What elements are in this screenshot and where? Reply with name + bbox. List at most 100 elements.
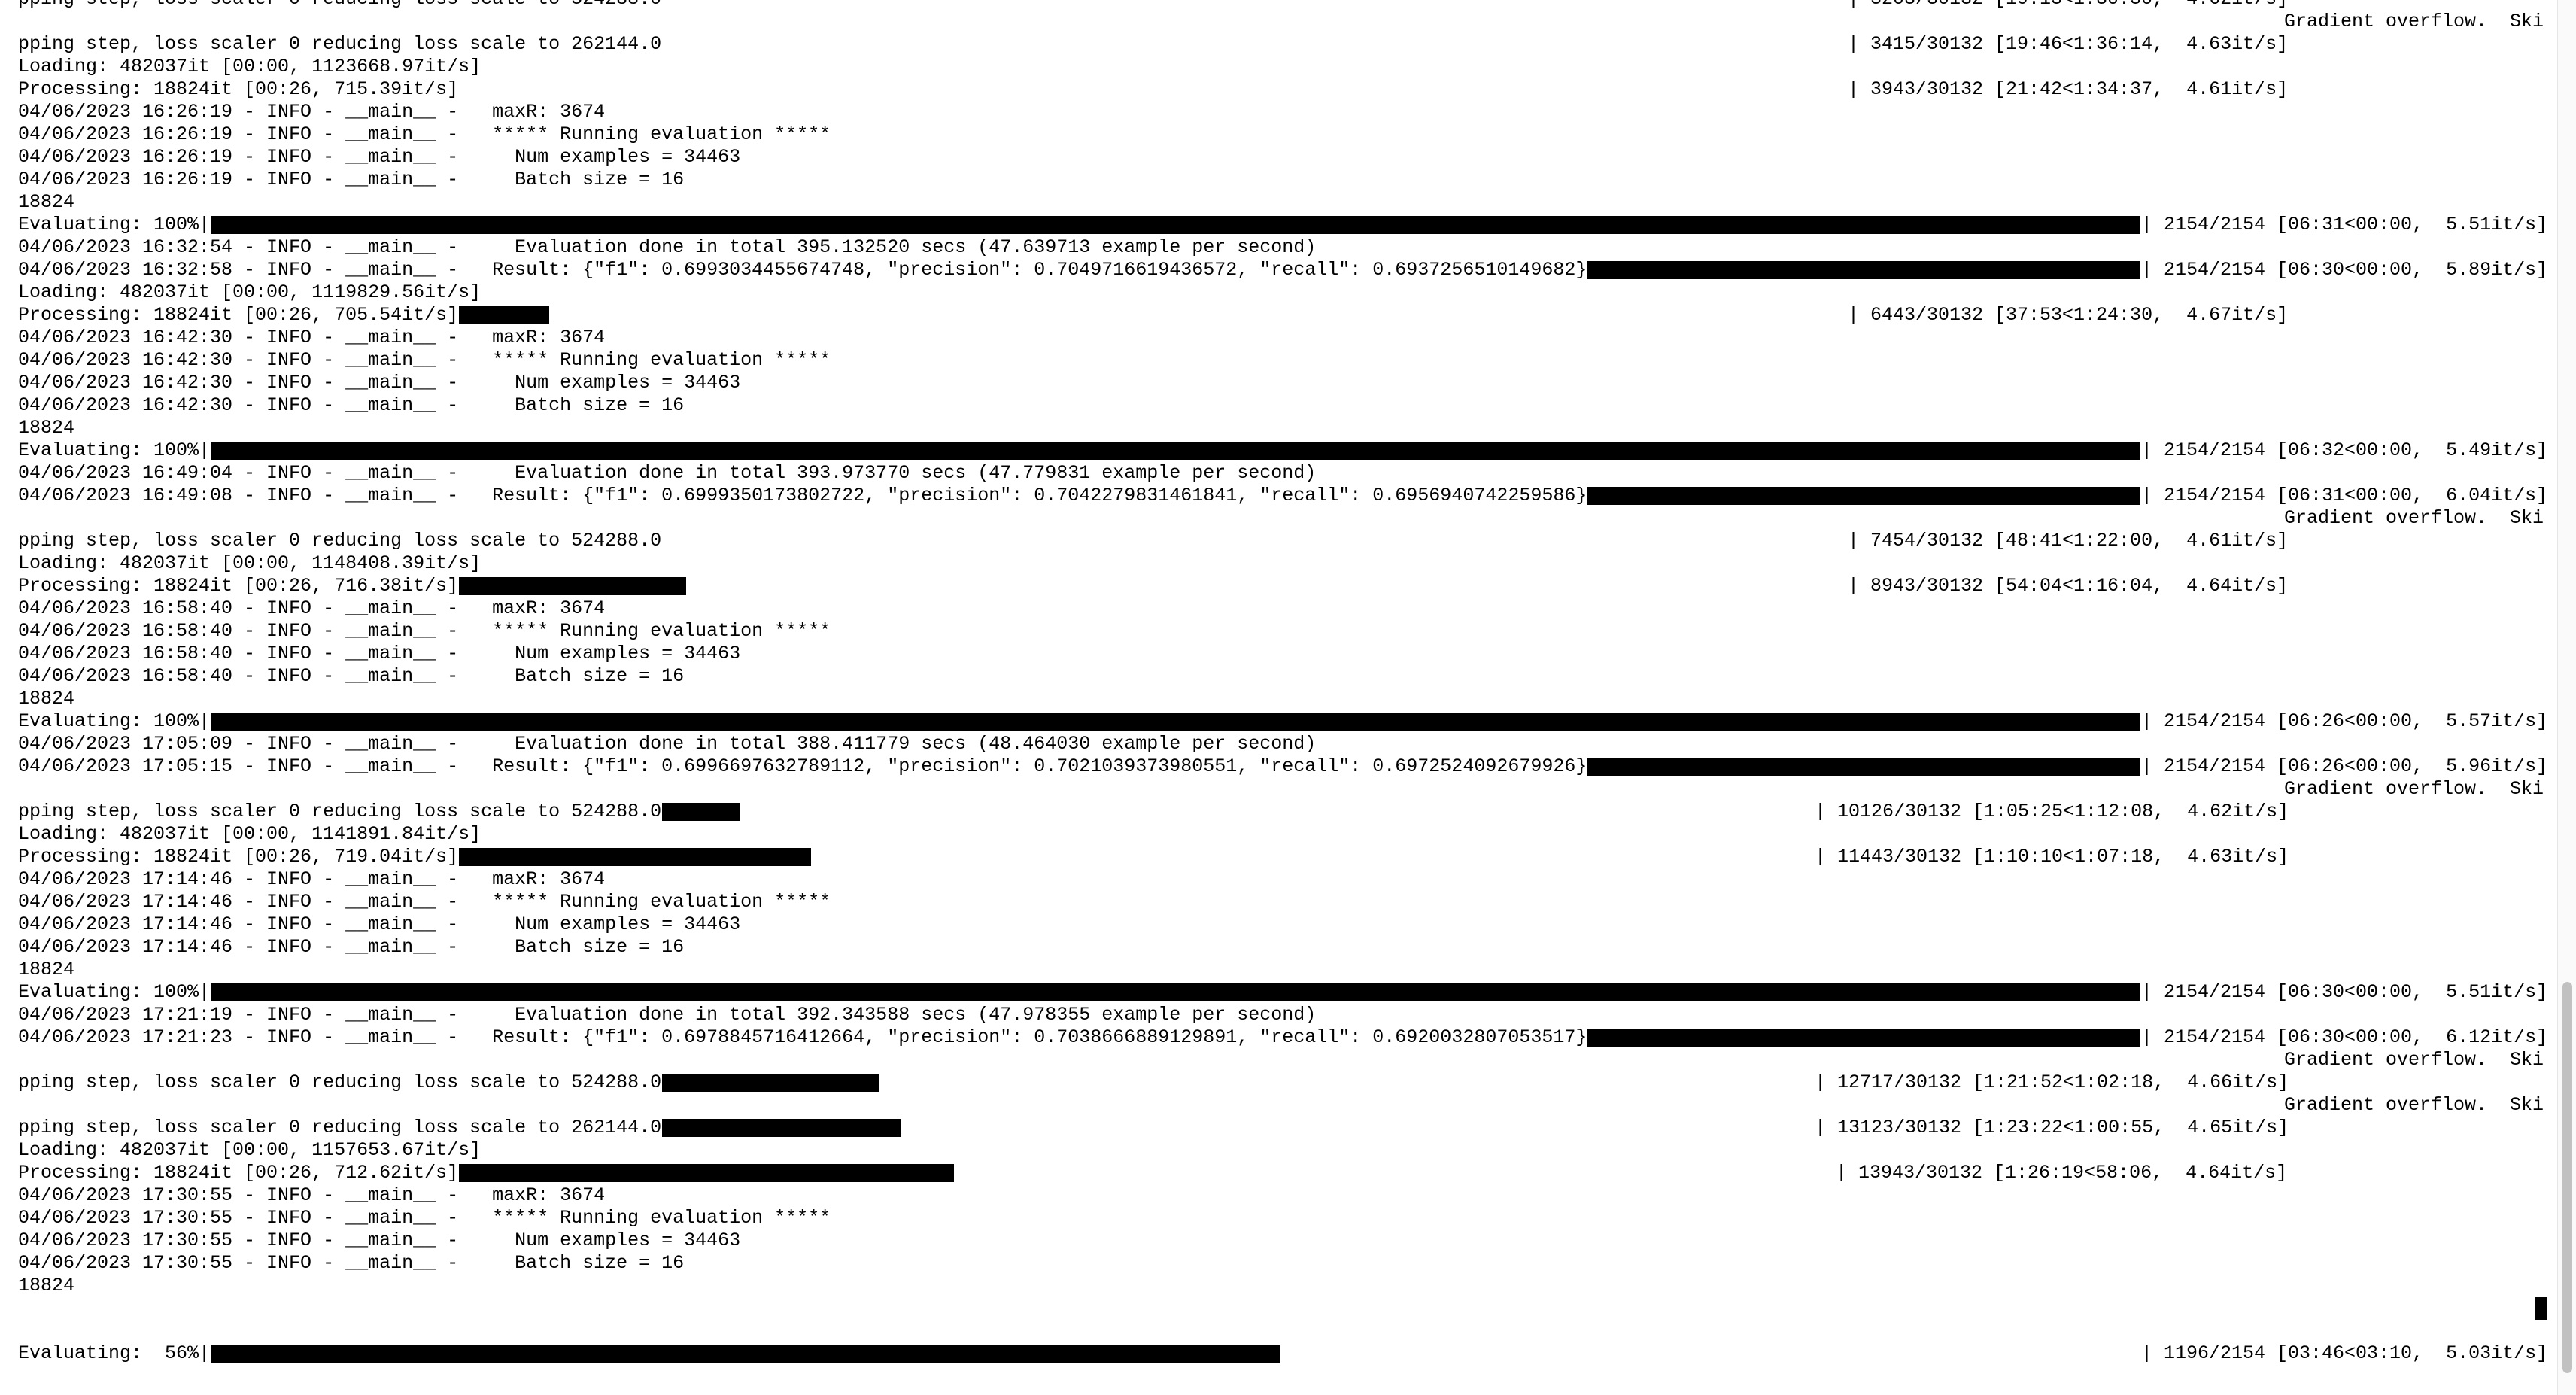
terminal-line: 04/06/2023 17:05:15 - INFO - __main__ - … (0, 755, 2558, 778)
terminal-line: 04/06/2023 16:26:19 - INFO - __main__ - … (0, 101, 2558, 123)
terminal-text: 04/06/2023 16:42:30 - INFO - __main__ - … (18, 349, 831, 371)
terminal-text: | 13123/30132 [1:23:22<1:00:55, 4.65it/s… (1815, 1117, 2289, 1138)
terminal-text: Processing: 18824it [00:26, 705.54it/s] (18, 304, 459, 326)
terminal-line: 04/06/2023 16:26:19 - INFO - __main__ - … (0, 123, 2558, 146)
terminal-text: | 8943/30132 [54:04<1:16:04, 4.64it/s] (1848, 575, 2289, 597)
terminal-text: | 2154/2154 [06:26<00:00, 5.57it/s] (2141, 710, 2548, 732)
terminal-text: pping step, loss scaler 0 reducing loss … (18, 33, 662, 55)
terminal-line: Processing: 18824it [00:26, 705.54it/s] |… (0, 304, 2558, 327)
terminal-text: 04/06/2023 16:32:54 - INFO - __main__ - … (18, 236, 1317, 258)
terminal-text: 18824 (18, 959, 75, 980)
terminal-text: pping step, loss scaler 0 reducing loss … (18, 1071, 662, 1093)
terminal-line: 04/06/2023 17:30:55 - INFO - __main__ - … (0, 1229, 2558, 1252)
terminal-text: 04/06/2023 16:58:40 - INFO - __main__ - … (18, 597, 606, 619)
terminal-text: | 3943/30132 [21:42<1:34:37, 4.61it/s] (1848, 78, 2289, 100)
terminal-line: 04/06/2023 16:26:19 - INFO - __main__ - … (0, 169, 2558, 191)
terminal-line: 18824 (0, 688, 2558, 710)
terminal-line: 04/06/2023 16:32:54 - INFO - __main__ - … (0, 236, 2558, 259)
terminal-line: pping step, loss scaler 0 reducing loss … (0, 530, 2558, 552)
terminal-text: | 6443/30132 [37:53<1:24:30, 4.67it/s] (1848, 304, 2289, 326)
terminal-text: | 2154/2154 [06:30<00:00, 6.12it/s] (2141, 1026, 2548, 1048)
terminal-text: 04/06/2023 16:49:08 - INFO - __main__ - … (18, 485, 1587, 506)
terminal-line: Loading: 482037it [00:00, 1119829.56it/s… (0, 281, 2558, 304)
terminal-line: Processing: 18824it [00:26, 715.39it/s] |… (0, 78, 2558, 101)
terminal-text: 04/06/2023 17:14:46 - INFO - __main__ - … (18, 891, 831, 913)
progress-bar-fill (459, 577, 686, 595)
terminal-line: 04/06/2023 17:14:46 - INFO - __main__ - … (0, 913, 2558, 936)
terminal-text: 04/06/2023 17:30:55 - INFO - __main__ - … (18, 1207, 831, 1229)
terminal-text: Processing: 18824it [00:26, 715.39it/s] (18, 78, 459, 100)
terminal-text: 04/06/2023 16:58:40 - INFO - __main__ - … (18, 620, 831, 642)
terminal-line: 18824 (0, 191, 2558, 214)
terminal-line: 04/06/2023 16:58:40 - INFO - __main__ - … (0, 643, 2558, 665)
terminal-line: 18824 (0, 1275, 2558, 1297)
terminal-text: | 11443/30132 [1:10:10<1:07:18, 4.63it/s… (1815, 846, 2289, 868)
terminal-line: 04/06/2023 16:58:40 - INFO - __main__ - … (0, 620, 2558, 643)
progress-bar-fill (211, 216, 2140, 234)
terminal-line: Evaluating: 100%| | 2154/2154 [06:30<00:0… (0, 981, 2558, 1004)
terminal-text: | 13943/30132 [1:26:19<58:06, 4.64it/s] (1836, 1162, 2288, 1184)
progress-bar-fill (459, 306, 549, 324)
progress-bar-fill (1587, 1029, 2140, 1047)
terminal-line: 04/06/2023 17:30:55 - INFO - __main__ - … (0, 1252, 2558, 1275)
terminal-text: Loading: 482037it [00:00, 1123668.97it/s… (18, 56, 481, 78)
terminal-text: Evaluating: 100%| (18, 439, 211, 461)
progress-bar-fill (662, 1074, 879, 1092)
progress-bar-fill (211, 983, 2140, 1001)
terminal-line: 04/06/2023 17:21:19 - INFO - __main__ - … (0, 1004, 2558, 1026)
progress-bar-fill (459, 848, 811, 866)
terminal-line: 04/06/2023 16:26:19 - INFO - __main__ - … (0, 146, 2558, 169)
terminal-text: 04/06/2023 16:58:40 - INFO - __main__ - … (18, 665, 685, 687)
terminal-cursor (2535, 1297, 2547, 1320)
terminal-line: Gradient overflow. Ski (0, 1049, 2558, 1071)
terminal-text: Evaluating: 100%| (18, 981, 211, 1003)
terminal-line: 18824 (0, 417, 2558, 439)
terminal-line: Processing: 18824it [00:26, 712.62it/s] |… (0, 1162, 2558, 1184)
terminal-line: 04/06/2023 17:05:09 - INFO - __main__ - … (0, 733, 2558, 755)
terminal-line: pping step, loss scaler 0 reducing loss … (0, 1117, 2558, 1139)
terminal-line: 04/06/2023 17:14:46 - INFO - __main__ - … (0, 868, 2558, 891)
terminal-text: Processing: 18824it [00:26, 719.04it/s] (18, 846, 459, 868)
terminal-text: 04/06/2023 16:49:04 - INFO - __main__ - … (18, 462, 1317, 484)
terminal-text: pping step, loss scaler 0 reducing loss … (18, 1117, 662, 1138)
terminal-text: | 3415/30132 [19:46<1:36:14, 4.63it/s] (1848, 33, 2289, 55)
terminal-line: Gradient overflow. Ski (0, 507, 2558, 530)
progress-bar-fill (211, 1345, 1280, 1363)
terminal-text: Loading: 482037it [00:00, 1148408.39it/s… (18, 552, 481, 574)
terminal-line: 04/06/2023 16:49:04 - INFO - __main__ - … (0, 462, 2558, 485)
terminal-text: Processing: 18824it [00:26, 716.38it/s] (18, 575, 459, 597)
terminal-text: 04/06/2023 16:32:58 - INFO - __main__ - … (18, 259, 1587, 281)
terminal-text: pping step, loss scaler 0 reducing loss … (18, 530, 662, 552)
terminal-line: Evaluating: 56%| | 1196/2154 [03:46<03:10… (0, 1342, 2558, 1365)
terminal-text: 04/06/2023 17:14:46 - INFO - __main__ - … (18, 936, 685, 958)
terminal-line: Evaluating: 100%| | 2154/2154 [06:26<00:0… (0, 710, 2558, 733)
terminal-text: 04/06/2023 16:26:19 - INFO - __main__ - … (18, 146, 741, 168)
terminal-text: Evaluating: 100%| (18, 214, 211, 236)
terminal-text: 04/06/2023 16:42:30 - INFO - __main__ - … (18, 327, 606, 348)
terminal-line: 04/06/2023 17:30:55 - INFO - __main__ - … (0, 1184, 2558, 1207)
terminal-line: 04/06/2023 16:32:58 - INFO - __main__ - … (0, 259, 2558, 281)
scrollbar-track[interactable] (2557, 0, 2576, 1395)
terminal-line: 04/06/2023 16:49:08 - INFO - __main__ - … (0, 485, 2558, 507)
scrollbar-thumb[interactable] (2562, 982, 2572, 1373)
terminal-text: | 12717/30132 [1:21:52<1:02:18, 4.66it/s… (1815, 1071, 2289, 1093)
terminal-text: Loading: 482037it [00:00, 1157653.67it/s… (18, 1139, 481, 1161)
progress-bar-fill (211, 442, 2140, 460)
terminal-line: 04/06/2023 17:14:46 - INFO - __main__ - … (0, 936, 2558, 959)
terminal-text: 18824 (18, 191, 75, 213)
terminal-line: Loading: 482037it [00:00, 1123668.97it/s… (0, 56, 2558, 78)
terminal-text: | 7454/30132 [48:41<1:22:00, 4.61it/s] (1848, 530, 2289, 552)
terminal-text: | 10126/30132 [1:05:25<1:12:08, 4.62it/s… (1815, 801, 2289, 822)
terminal-line: 04/06/2023 16:58:40 - INFO - __main__ - … (0, 597, 2558, 620)
terminal-text: 04/06/2023 17:05:15 - INFO - __main__ - … (18, 755, 1587, 777)
terminal-line: 04/06/2023 16:42:30 - INFO - __main__ - … (0, 327, 2558, 349)
terminal-line: 04/06/2023 17:30:55 - INFO - __main__ - … (0, 1207, 2558, 1229)
terminal-text: | 2154/2154 [06:31<00:00, 6.04it/s] (2141, 485, 2548, 506)
terminal-line: 04/06/2023 16:58:40 - INFO - __main__ - … (0, 665, 2558, 688)
terminal-text: 04/06/2023 16:42:30 - INFO - __main__ - … (18, 372, 741, 394)
terminal-text: 04/06/2023 17:14:46 - INFO - __main__ - … (18, 913, 741, 935)
progress-bar-fill (662, 1119, 901, 1137)
terminal-line: 18824 (0, 959, 2558, 981)
terminal-text: | 3203/30132 [19:13<1:30:30, 4.62it/s] (1848, 0, 2288, 11)
